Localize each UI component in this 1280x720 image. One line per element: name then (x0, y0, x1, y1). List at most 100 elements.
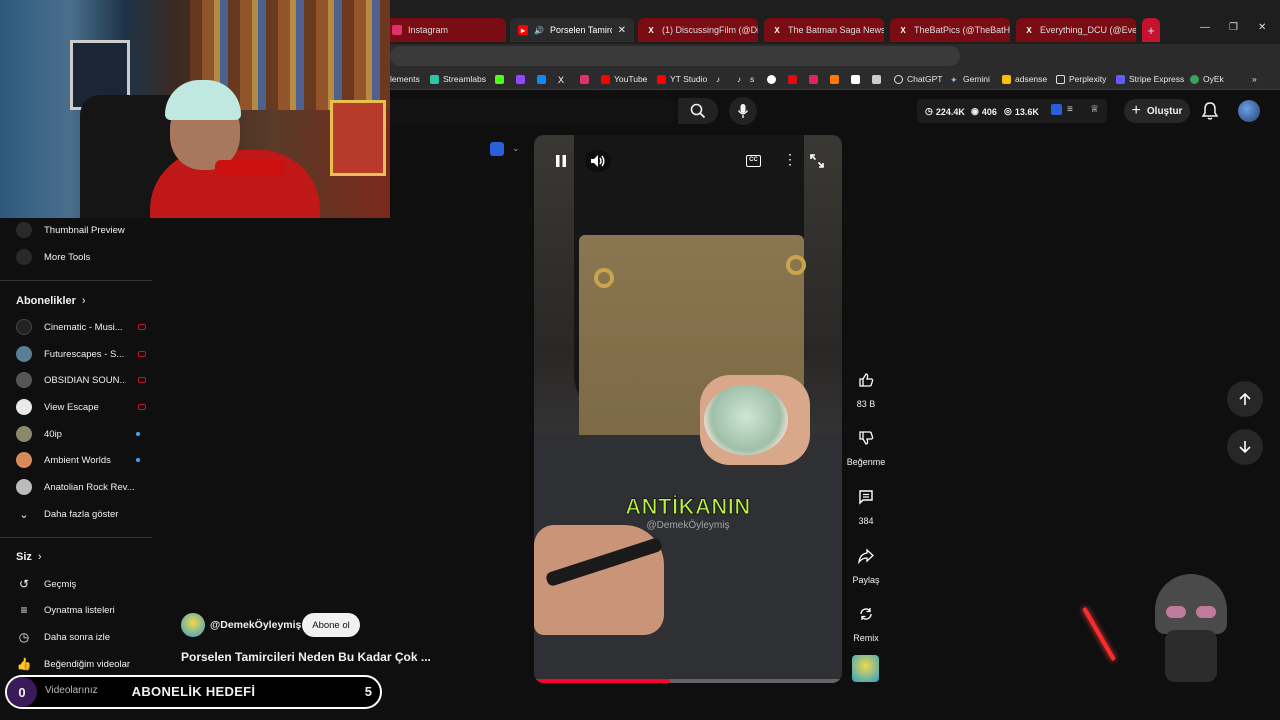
dislike-button[interactable]: Beğenme (846, 423, 886, 467)
list-icon[interactable]: ≡ (1067, 104, 1073, 115)
next-short-button[interactable] (1227, 429, 1263, 465)
bookmark-twitch[interactable] (516, 72, 525, 86)
sidebar-item-watch-later[interactable]: ◷ Daha sonra izle (16, 627, 146, 647)
bookmark-stripe[interactable]: Stripe Express (1116, 72, 1184, 86)
channel-name: View Escape (44, 401, 99, 413)
bookmark-adsense[interactable]: adsense (1002, 72, 1047, 86)
window-close-icon[interactable]: ✕ (1258, 22, 1266, 33)
bookmark-tiktok[interactable]: ♪ (716, 72, 725, 86)
remix-button[interactable]: Remix (846, 599, 886, 643)
bookmark-extension[interactable] (851, 72, 860, 86)
bookmark-bluesky[interactable] (537, 72, 546, 86)
subscription-item[interactable]: Futurescapes - S... (16, 344, 146, 364)
vidiq-icon[interactable] (490, 142, 504, 156)
bookmark-label: s (750, 74, 755, 84)
bookmark-gemini[interactable]: ✦ Gemini (950, 72, 990, 86)
bookmark-extension[interactable] (872, 72, 881, 86)
bookmark-instagram[interactable] (580, 72, 589, 86)
tab-discussingfilm[interactable]: X (1) DiscussingFilm (@DiscussingFilm) (638, 18, 758, 42)
audio-thumbnail[interactable] (852, 655, 879, 682)
gemini-icon: ✦ (950, 74, 958, 85)
sidebar-item-more-tools[interactable]: More Tools (16, 247, 146, 267)
sidebar-item-history[interactable]: ↺ Geçmiş (16, 574, 146, 594)
subscription-item[interactable]: Anatolian Rock Rev... (16, 477, 146, 497)
divider (0, 537, 152, 538)
previous-short-button[interactable] (1227, 381, 1263, 417)
poster-background (330, 100, 386, 176)
subscriptions-heading[interactable]: Abonelikler › (16, 295, 86, 307)
fullscreen-button[interactable] (810, 154, 824, 173)
new-tab-button[interactable]: + (1142, 18, 1160, 42)
vader-mascot (1082, 570, 1250, 690)
bookmark-streamlabs[interactable]: Streamlabs (430, 72, 486, 86)
bookmark-extension[interactable] (830, 72, 839, 86)
bookmarks-overflow-button[interactable]: » (1252, 72, 1257, 86)
subscription-item[interactable]: Ambient Worlds (16, 450, 146, 470)
tab-instagram[interactable]: Instagram (384, 18, 506, 42)
bookmark-tiktok-s[interactable]: ♪ s (737, 72, 754, 86)
search-input[interactable] (390, 98, 678, 124)
eye-icon: ◎ (1004, 106, 1012, 116)
video-progress-track[interactable] (534, 679, 842, 683)
bookmark-netflix[interactable] (788, 72, 797, 86)
subscription-item[interactable]: View Escape (16, 397, 146, 417)
vidiq-tool-icon (16, 249, 32, 265)
captions-icon[interactable]: CC (746, 155, 761, 167)
bookmark-oyek[interactable]: OyEk (1190, 72, 1224, 86)
bookmark-elements[interactable]: lements (390, 72, 420, 86)
goal-target-count: 5 (364, 684, 372, 699)
bookmark-perplexity[interactable]: Perplexity (1056, 72, 1106, 86)
trophy-icon[interactable]: ♕ (1090, 104, 1099, 115)
avatar[interactable] (1238, 100, 1260, 122)
comment-count: 384 (858, 516, 874, 526)
live-icon (138, 351, 146, 357)
show-more-button[interactable]: ⌄ Daha fazla göster (16, 504, 146, 524)
tab-everything-dcu[interactable]: X Everything_DCU (@Everyth... (1016, 18, 1136, 42)
close-tab-icon[interactable]: ✕ (618, 25, 626, 36)
sidebar-item-thumbnail-preview[interactable]: Thumbnail Preview (16, 220, 146, 240)
sidebar-item-playlists[interactable]: ≡ Oynatma listeleri (16, 600, 146, 620)
vidiq-icon[interactable] (1051, 104, 1062, 115)
channel-name[interactable]: @DemekÖyleymiş (210, 619, 301, 631)
sidebar-item-label: Geçmiş (44, 578, 77, 590)
minimize-icon[interactable]: — (1200, 22, 1210, 33)
subscription-item[interactable]: 40ip (16, 424, 146, 444)
like-count: 83 B (856, 399, 876, 409)
shorts-video-player[interactable] (534, 135, 842, 683)
sidebar-item-label: Oynatma listeleri (44, 604, 115, 616)
bookmark-youtube[interactable]: YouTube (601, 72, 647, 86)
like-button[interactable]: 83 B (846, 365, 886, 409)
bookmark-kick[interactable] (495, 72, 504, 86)
arrow-up-icon (1239, 392, 1251, 405)
views-count: 224.4K (935, 106, 965, 117)
subscription-item[interactable]: OBSIDIAN SOUN... (16, 370, 146, 390)
bookmark-chatgpt[interactable]: ChatGPT (894, 72, 942, 86)
chevron-down-icon[interactable]: ⌄ (512, 143, 520, 154)
share-button[interactable]: Paylaş (846, 541, 886, 585)
you-heading[interactable]: Siz › (16, 551, 42, 563)
bookmark-x[interactable]: X (558, 72, 567, 86)
bookmark-extension[interactable] (809, 72, 818, 86)
sidebar-item-liked-videos[interactable]: 👍 Beğendiğim videolar (16, 654, 146, 674)
video-title[interactable]: Porselen Tamircileri Neden Bu Kadar Çok … (181, 650, 451, 664)
x-icon: X (774, 25, 780, 35)
tab-thebatpics[interactable]: X TheBatPics (@TheBatHome) (890, 18, 1010, 42)
subscribe-button[interactable]: Abone ol (302, 613, 360, 637)
maximize-icon[interactable]: ❐ (1229, 22, 1238, 33)
volume-button[interactable] (585, 150, 611, 172)
more-options-icon[interactable]: ⋮ (783, 152, 797, 166)
oyek-icon (1190, 74, 1199, 84)
voice-search-button[interactable] (729, 97, 757, 125)
bookmark-yt-studio[interactable]: YT Studio (657, 72, 707, 86)
tab-youtube-video[interactable]: ▸ 🔊 Porselen Tamircileri Neden Bu Kadar … (510, 18, 634, 42)
create-button[interactable]: + Oluştur (1124, 99, 1190, 123)
tab-batman-saga[interactable]: X The Batman Saga News (@... (764, 18, 884, 42)
url-field[interactable] (390, 46, 960, 66)
subscription-item[interactable]: Cinematic - Musi... (16, 317, 146, 337)
comments-button[interactable]: 384 (846, 482, 886, 526)
pause-button[interactable] (553, 153, 569, 174)
channel-avatar[interactable] (181, 613, 205, 637)
bookmark-threads[interactable] (767, 72, 776, 86)
search-button[interactable] (678, 98, 718, 124)
notifications-button[interactable] (1201, 101, 1219, 126)
